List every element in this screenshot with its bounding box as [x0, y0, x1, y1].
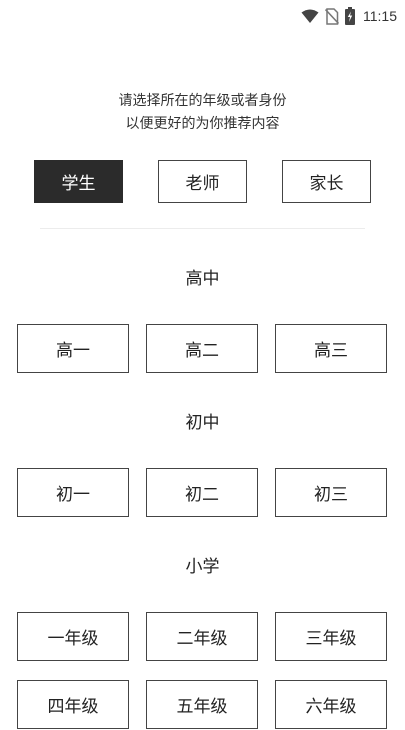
wifi-icon [301, 9, 319, 24]
section-title-high-school: 高中 [185, 269, 220, 289]
role-selector: 学生 老师 家长 [34, 160, 371, 205]
role-student-button[interactable]: 学生 [34, 160, 123, 203]
grade-row-high-school: 高一 高二 高三 [17, 324, 388, 374]
grade-button-high-3[interactable]: 高三 [275, 324, 387, 373]
grade-row-primary-school-1: 一年级 二年级 三年级 [17, 612, 388, 662]
role-parent-button[interactable]: 家长 [282, 160, 371, 203]
grade-button-primary-2[interactable]: 二年级 [146, 612, 258, 661]
status-bar: 11:15 [0, 0, 405, 32]
selection-prompt: 请选择所在的年级或者身份 以便更好的为你推荐内容 [0, 90, 405, 136]
divider [40, 228, 365, 229]
grade-row-middle-school: 初一 初二 初三 [17, 468, 388, 518]
grade-button-middle-3[interactable]: 初三 [275, 468, 387, 517]
grade-button-high-2[interactable]: 高二 [146, 324, 258, 373]
role-teacher-button[interactable]: 老师 [158, 160, 247, 203]
no-sim-icon [325, 7, 339, 25]
grade-button-high-1[interactable]: 高一 [17, 324, 129, 373]
prompt-line-1: 请选择所在的年级或者身份 [118, 93, 287, 109]
grade-button-primary-5[interactable]: 五年级 [146, 680, 258, 729]
status-time: 11:15 [363, 8, 397, 24]
section-title-primary-school: 小学 [185, 557, 220, 577]
grade-button-middle-1[interactable]: 初一 [17, 468, 129, 517]
grade-button-middle-2[interactable]: 初二 [146, 468, 258, 517]
grade-button-primary-1[interactable]: 一年级 [17, 612, 129, 661]
battery-charging-icon [345, 7, 355, 25]
grade-button-primary-3[interactable]: 三年级 [275, 612, 387, 661]
prompt-line-2: 以便更好的为你推荐内容 [125, 116, 280, 132]
grade-row-primary-school-2: 四年级 五年级 六年级 [17, 680, 388, 730]
grade-button-primary-4[interactable]: 四年级 [17, 680, 129, 729]
section-title-middle-school: 初中 [185, 413, 220, 433]
status-icons: 11:15 [301, 6, 397, 26]
grade-button-primary-6[interactable]: 六年级 [275, 680, 387, 729]
